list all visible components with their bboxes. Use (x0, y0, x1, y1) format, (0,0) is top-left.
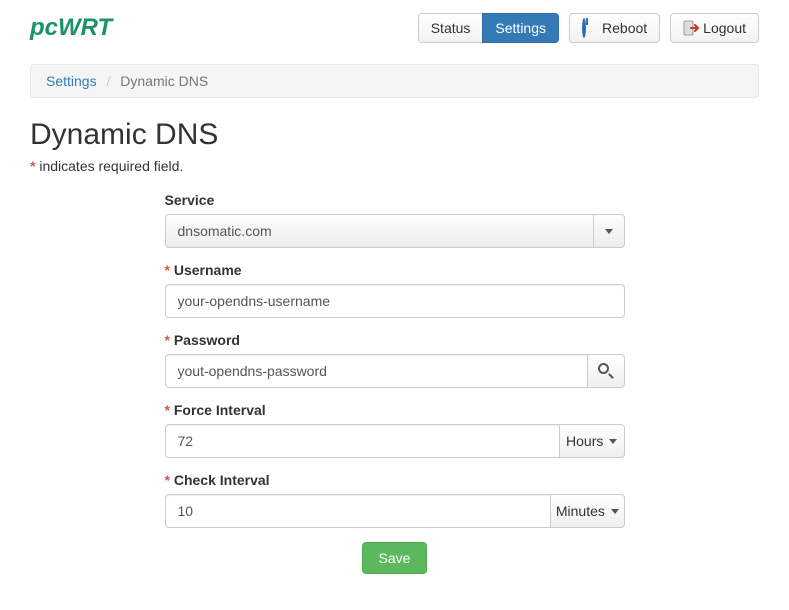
service-select-caret[interactable] (593, 214, 625, 248)
check-interval-input-group: Minutes (165, 494, 625, 528)
check-interval-label: * Check Interval (165, 472, 625, 488)
nav-reboot-button[interactable]: Reboot (569, 13, 660, 44)
required-field-note: * indicates required field. (30, 158, 759, 174)
password-group: * Password (165, 332, 625, 388)
username-input[interactable] (165, 284, 625, 318)
ddns-form: Service dnsomatic.com * Username * Passw… (165, 192, 625, 574)
check-interval-unit-label: Minutes (556, 503, 605, 519)
nav-settings-button[interactable]: Settings (482, 13, 559, 44)
chevron-down-icon (609, 439, 617, 444)
required-star-icon: * (165, 472, 170, 488)
service-select-value: dnsomatic.com (165, 214, 593, 248)
required-star-icon: * (165, 262, 170, 278)
username-label: * Username (165, 262, 625, 278)
chevron-down-icon (605, 229, 613, 234)
nav-reboot-label: Reboot (602, 20, 647, 37)
header: pcWRT Status Settings Reboot Logout (30, 10, 759, 46)
service-group: Service dnsomatic.com (165, 192, 625, 248)
logo: pcWRT (30, 14, 112, 42)
nav-status-button[interactable]: Status (418, 13, 484, 44)
force-interval-unit-label: Hours (566, 433, 603, 449)
required-star-icon: * (30, 158, 35, 174)
password-label-text: Password (174, 332, 240, 348)
page-title: Dynamic DNS (30, 118, 759, 152)
service-select[interactable]: dnsomatic.com (165, 214, 625, 248)
force-interval-label: * Force Interval (165, 402, 625, 418)
save-row: Save (165, 542, 625, 574)
force-interval-label-text: Force Interval (174, 402, 266, 418)
check-interval-unit-button[interactable]: Minutes (550, 494, 624, 528)
check-interval-label-text: Check Interval (174, 472, 270, 488)
password-label: * Password (165, 332, 625, 348)
breadcrumb-separator: / (100, 73, 116, 89)
reboot-icon (582, 20, 598, 36)
check-interval-input[interactable] (165, 494, 551, 528)
header-nav: Status Settings Reboot Logout (418, 13, 759, 44)
username-group: * Username (165, 262, 625, 318)
username-label-text: Username (174, 262, 242, 278)
force-interval-group: * Force Interval Hours (165, 402, 625, 458)
force-interval-input[interactable] (165, 424, 559, 458)
required-star-icon: * (165, 332, 170, 348)
password-input-group (165, 354, 625, 388)
service-label: Service (165, 192, 625, 208)
password-input[interactable] (165, 354, 587, 388)
breadcrumb: Settings / Dynamic DNS (30, 64, 759, 98)
nav-group-main: Status Settings (418, 13, 559, 44)
password-reveal-button[interactable] (587, 354, 625, 388)
nav-logout-button[interactable]: Logout (670, 13, 759, 44)
nav-logout-label: Logout (703, 20, 746, 37)
breadcrumb-root-link[interactable]: Settings (46, 73, 97, 89)
required-star-icon: * (165, 402, 170, 418)
force-interval-unit-button[interactable]: Hours (559, 424, 625, 458)
chevron-down-icon (611, 509, 619, 514)
check-interval-group: * Check Interval Minutes (165, 472, 625, 528)
breadcrumb-current: Dynamic DNS (120, 73, 208, 89)
magnifier-icon (598, 363, 614, 379)
required-note-text: indicates required field. (39, 158, 183, 174)
save-button[interactable]: Save (362, 542, 428, 574)
logout-icon (683, 20, 699, 36)
force-interval-input-group: Hours (165, 424, 625, 458)
